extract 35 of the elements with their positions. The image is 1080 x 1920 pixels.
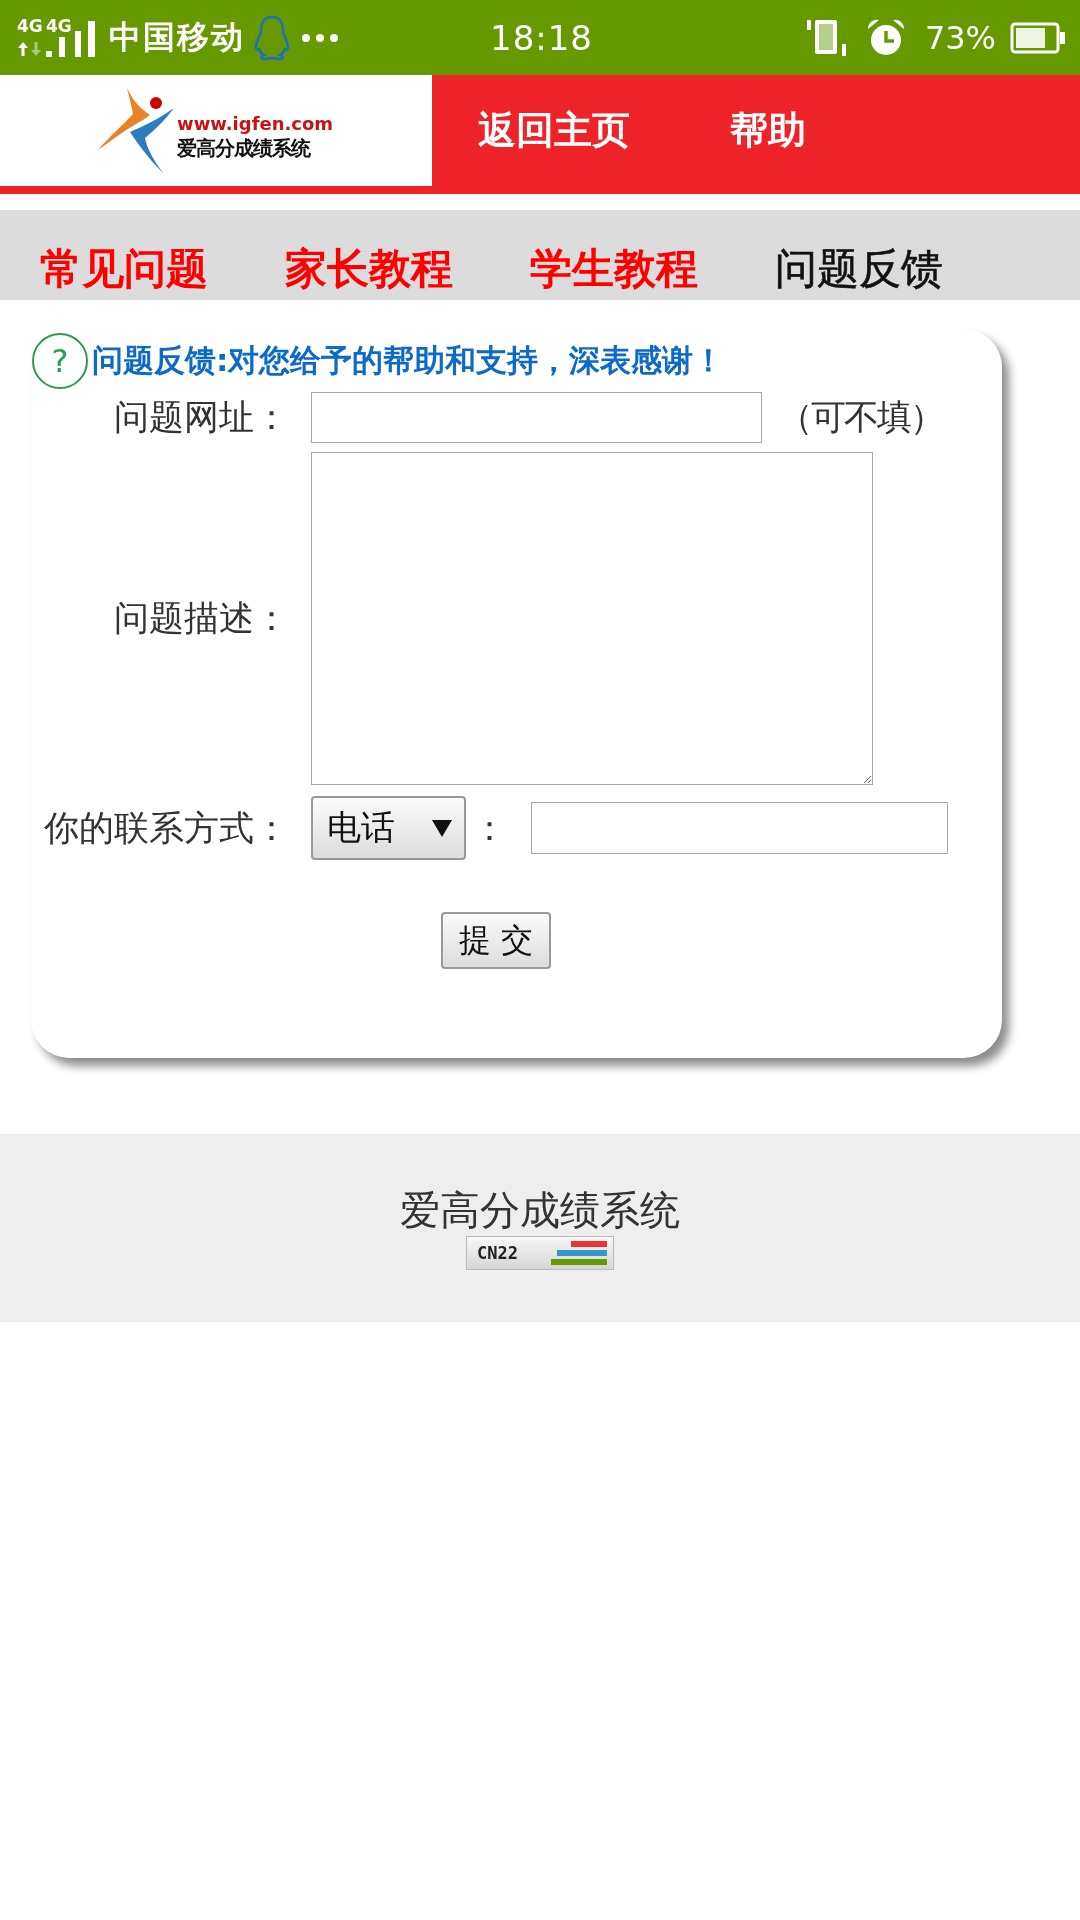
data-arrows-icon [17,41,43,57]
url-input[interactable] [311,392,762,443]
network-type-label: 4G [46,18,72,35]
submit-button[interactable]: 提 交 [441,912,551,969]
caret-icon [432,819,452,837]
nav-link[interactable]: 返回主页 [478,105,630,156]
penguin-icon [252,13,291,62]
stripes-icon [551,1241,607,1265]
contact-input[interactable] [531,802,948,854]
description-label: 问题描述： [113,597,289,640]
footer-title: 爱高分成绩系统 [400,1187,680,1233]
url-label: 问题网址： [113,396,289,439]
help-icon: ? [32,333,88,389]
nav-link[interactable]: 帮助 [730,105,806,156]
signal-bars-icon [46,37,66,57]
contact-type-select[interactable]: 电话 [311,796,466,860]
tab[interactable]: 问题反馈 [775,246,943,300]
vibrate-icon [804,17,849,58]
logo-name: 爱高分成绩系统 [177,134,312,161]
battery-percent: 73% [924,18,996,57]
battery-icon [1010,21,1066,54]
more-dots-icon [300,32,339,43]
separator-text: ： [472,806,507,850]
feedback-heading: 问题反馈:对您给予的帮助和支持，深表感谢！ [92,341,725,380]
optional-note: （可不填） [778,396,943,439]
network-type-label: 4G [17,18,43,35]
carrier-name: 中国移动 [108,16,245,58]
clock-time: 18:18 [490,17,593,58]
tab[interactable]: 学生教程 [530,246,698,300]
tab[interactable]: 家长教程 [285,246,453,300]
counter-badge[interactable]: CN22 [466,1236,614,1270]
signal-bars-icon [74,21,95,57]
contact-label: 你的联系方式： [43,806,289,850]
logo-url: www.igfen.com [177,112,334,135]
tab[interactable]: 常见问题 [40,246,208,300]
